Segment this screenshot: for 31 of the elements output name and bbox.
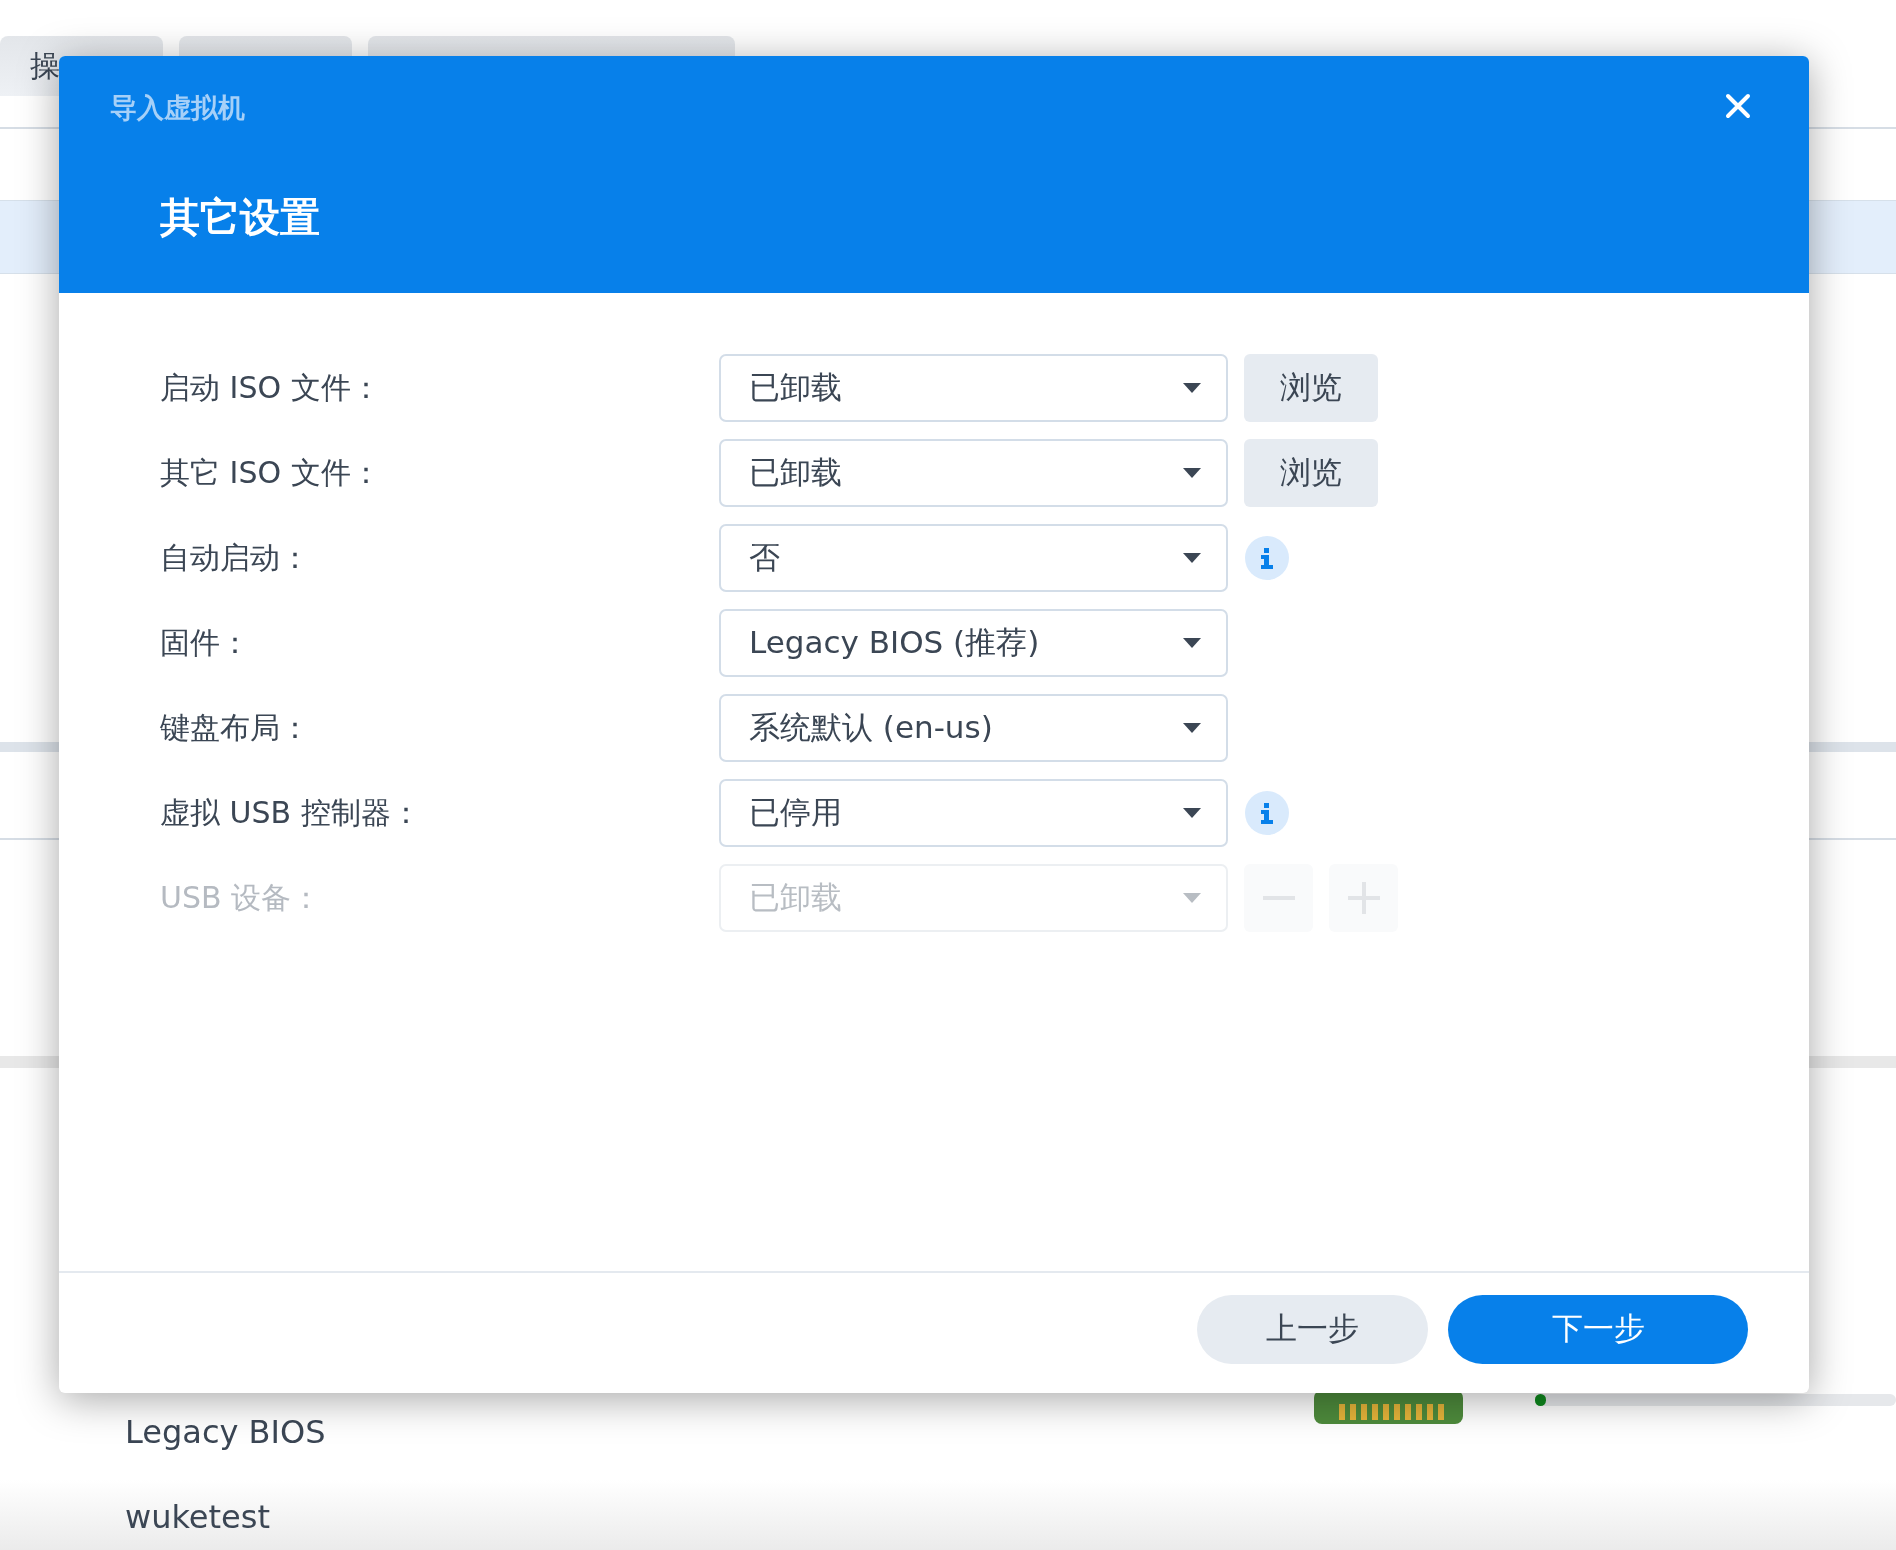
dropdown[interactable]: 否 xyxy=(719,524,1228,592)
field-label: 虚拟 USB 控制器： xyxy=(160,793,422,832)
browse-button[interactable]: 浏览 xyxy=(1244,354,1378,422)
field-label: USB 设备： xyxy=(160,878,323,917)
info-icon[interactable] xyxy=(1245,536,1289,580)
close-icon[interactable] xyxy=(1725,93,1751,119)
dropdown[interactable]: Legacy BIOS (推荐) xyxy=(719,609,1228,677)
field-label: 自动启动： xyxy=(160,538,311,577)
field-label: 键盘布局： xyxy=(160,708,311,747)
caret-icon xyxy=(1183,468,1201,478)
dropdown[interactable]: 系统默认 (en-us) xyxy=(719,694,1228,762)
field-label: 固件： xyxy=(160,623,251,662)
step-heading: 其它设置 xyxy=(160,193,320,242)
dropdown[interactable]: 已卸载 xyxy=(719,354,1228,422)
caret-icon xyxy=(1183,383,1201,393)
vm-detail-text: Legacy BIOS xyxy=(125,1412,326,1451)
caret-icon xyxy=(1183,723,1201,733)
caret-icon xyxy=(1183,808,1201,818)
field-label: 其它 ISO 文件： xyxy=(160,453,382,492)
dropdown[interactable]: 已卸载 xyxy=(719,439,1228,507)
caret-icon xyxy=(1183,638,1201,648)
caret-icon xyxy=(1183,553,1201,563)
back-button[interactable]: 上一步 xyxy=(1197,1294,1428,1364)
dropdown[interactable]: 已停用 xyxy=(719,779,1228,847)
dialog-title: 导入虚拟机 xyxy=(110,91,245,125)
info-icon[interactable] xyxy=(1245,791,1289,835)
caret-icon xyxy=(1183,893,1201,903)
vm-detail-text: wuketest xyxy=(125,1497,270,1536)
browse-button[interactable]: 浏览 xyxy=(1244,439,1378,507)
next-button[interactable]: 下一步 xyxy=(1448,1294,1748,1364)
field-label: 启动 ISO 文件： xyxy=(160,368,382,407)
